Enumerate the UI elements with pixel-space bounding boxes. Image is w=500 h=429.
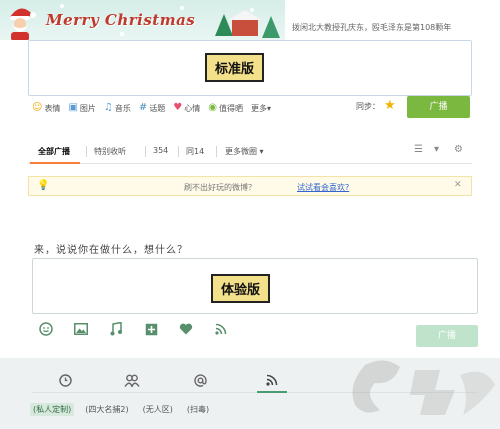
star-icon[interactable]: ★	[384, 98, 396, 113]
heart-icon: ♥	[173, 102, 183, 113]
nav-subscriptions[interactable]	[264, 372, 280, 388]
group-tag[interactable]: (四大名捕2)	[82, 403, 131, 416]
music-button[interactable]	[108, 321, 124, 337]
tip-link[interactable]: 试试看会喜欢?	[297, 182, 349, 193]
add-button[interactable]	[143, 321, 159, 337]
tool-label: 值得晒	[218, 103, 243, 113]
share-button[interactable]: ◉ 值得晒	[208, 103, 243, 114]
santa-icon	[10, 8, 36, 40]
experience-nav	[32, 368, 478, 393]
image-icon: ▣	[68, 102, 78, 113]
compose-prompt: 来，说说你在做什么，想什么？	[34, 245, 188, 256]
tab-divider	[86, 146, 87, 157]
mood-button[interactable]: ♥ 心情	[173, 103, 200, 114]
vote-icon: ◉	[208, 102, 217, 113]
snowflake-icon	[180, 6, 184, 10]
tool-label: 音乐	[114, 103, 131, 113]
music-icon: ♫	[103, 102, 113, 113]
tab-divider	[145, 146, 146, 157]
filter-icon[interactable]: ▾	[434, 144, 439, 155]
tool-label: 话题	[149, 103, 166, 113]
publish-button[interactable]: 广播	[407, 96, 470, 118]
image-button[interactable]	[73, 321, 89, 337]
christmas-banner: Merry Christmas	[0, 0, 285, 40]
group-tag[interactable]: (私人定制)	[30, 403, 75, 416]
tool-label: 更多▾	[250, 103, 271, 113]
emoji-button[interactable]	[38, 321, 54, 337]
heart-icon	[179, 323, 193, 335]
nav-people[interactable]	[124, 372, 140, 388]
tab-all[interactable]: 全部广播	[38, 146, 70, 157]
music-icon	[110, 322, 122, 336]
tab-14[interactable]: 同14	[186, 146, 204, 157]
gear-icon[interactable]: ⚙	[454, 144, 463, 155]
tab-more-circles[interactable]: 更多微圈 ▾	[225, 146, 264, 157]
lightbulb-icon: 💡	[37, 180, 50, 191]
tool-label: 表情	[44, 103, 61, 113]
experience-version-panel: 来，说说你在做什么，想什么？ 广播 (私人定制) (四大名捕2) (无人区) (…	[0, 213, 500, 429]
people-icon	[124, 374, 140, 387]
mood-button[interactable]	[178, 321, 194, 337]
experience-publish-button[interactable]: 广播	[416, 325, 478, 347]
tab-354[interactable]: 354	[153, 146, 168, 155]
tab-divider	[216, 146, 217, 157]
standard-version-panel: Merry Christmas 拨闲北大教授孔庆东，殴毛泽东是第108颗年 标准…	[0, 0, 500, 205]
version-label-standard: 标准版	[205, 53, 265, 82]
topic-button[interactable]: # 话题	[139, 103, 165, 114]
tab-active-indicator	[30, 162, 80, 164]
banner-subtitle[interactable]: 拨闲北大教授孔庆东，殴毛泽东是第108颗年	[292, 22, 451, 33]
compose-toolbar: ☺ 表情 ▣ 图片 ♫ 音乐 # 话题 ♥ 心情 ◉ 值得晒 更多▾	[32, 101, 279, 115]
nav-mentions[interactable]	[192, 372, 208, 388]
nav-clock[interactable]	[57, 372, 73, 388]
smiley-icon	[39, 322, 53, 336]
tree-icon	[262, 16, 280, 38]
topic-icon: #	[138, 102, 148, 113]
group-list: (私人定制) (四大名捕2) (无人区) (扫毒)	[30, 403, 220, 416]
tip-bar: 💡 刷不出好玩的微博？ 试试看会喜欢? ✕	[28, 176, 472, 196]
emoji-button[interactable]: ☺ 表情	[32, 103, 60, 114]
version-label-experience: 体验版	[211, 274, 271, 303]
group-tag[interactable]: (无人区)	[140, 403, 176, 416]
smiley-icon: ☺	[32, 102, 43, 113]
tip-text: 刷不出好玩的微博？	[184, 183, 256, 192]
tab-special[interactable]: 特别收听	[94, 146, 126, 157]
more-button[interactable]: 更多▾	[251, 103, 271, 114]
image-icon	[74, 323, 88, 335]
image-button[interactable]: ▣ 图片	[68, 103, 95, 114]
snowflake-icon	[60, 4, 64, 8]
rss-button[interactable]	[213, 321, 229, 337]
close-icon[interactable]: ✕	[454, 180, 462, 190]
plus-box-icon	[145, 323, 157, 335]
music-button[interactable]: ♫ 音乐	[104, 103, 131, 114]
list-icon[interactable]: ☰	[414, 144, 423, 155]
nav-active-indicator	[257, 391, 287, 393]
snowflake-icon	[250, 8, 254, 12]
rss-icon	[266, 374, 278, 386]
tool-label: 图片	[79, 103, 96, 113]
rss-icon	[215, 323, 227, 335]
clock-icon	[58, 373, 72, 387]
house-icon	[228, 10, 262, 36]
experience-toolbar	[38, 321, 248, 337]
tool-label: 心情	[184, 103, 201, 113]
page: Merry Christmas 拨闲北大教授孔庆东，殴毛泽东是第108颗年 标准…	[0, 0, 500, 429]
banner-title: Merry Christmas	[46, 11, 196, 29]
at-icon	[193, 373, 207, 387]
group-tag[interactable]: (扫毒)	[184, 403, 212, 416]
snowflake-icon	[120, 32, 124, 36]
sync-label: 同步：	[356, 102, 380, 111]
feed-tabs: 全部广播 特别收听 354 同14 更多微圈 ▾ ☰ ▾ ⚙	[28, 140, 472, 164]
tab-divider	[178, 146, 179, 157]
